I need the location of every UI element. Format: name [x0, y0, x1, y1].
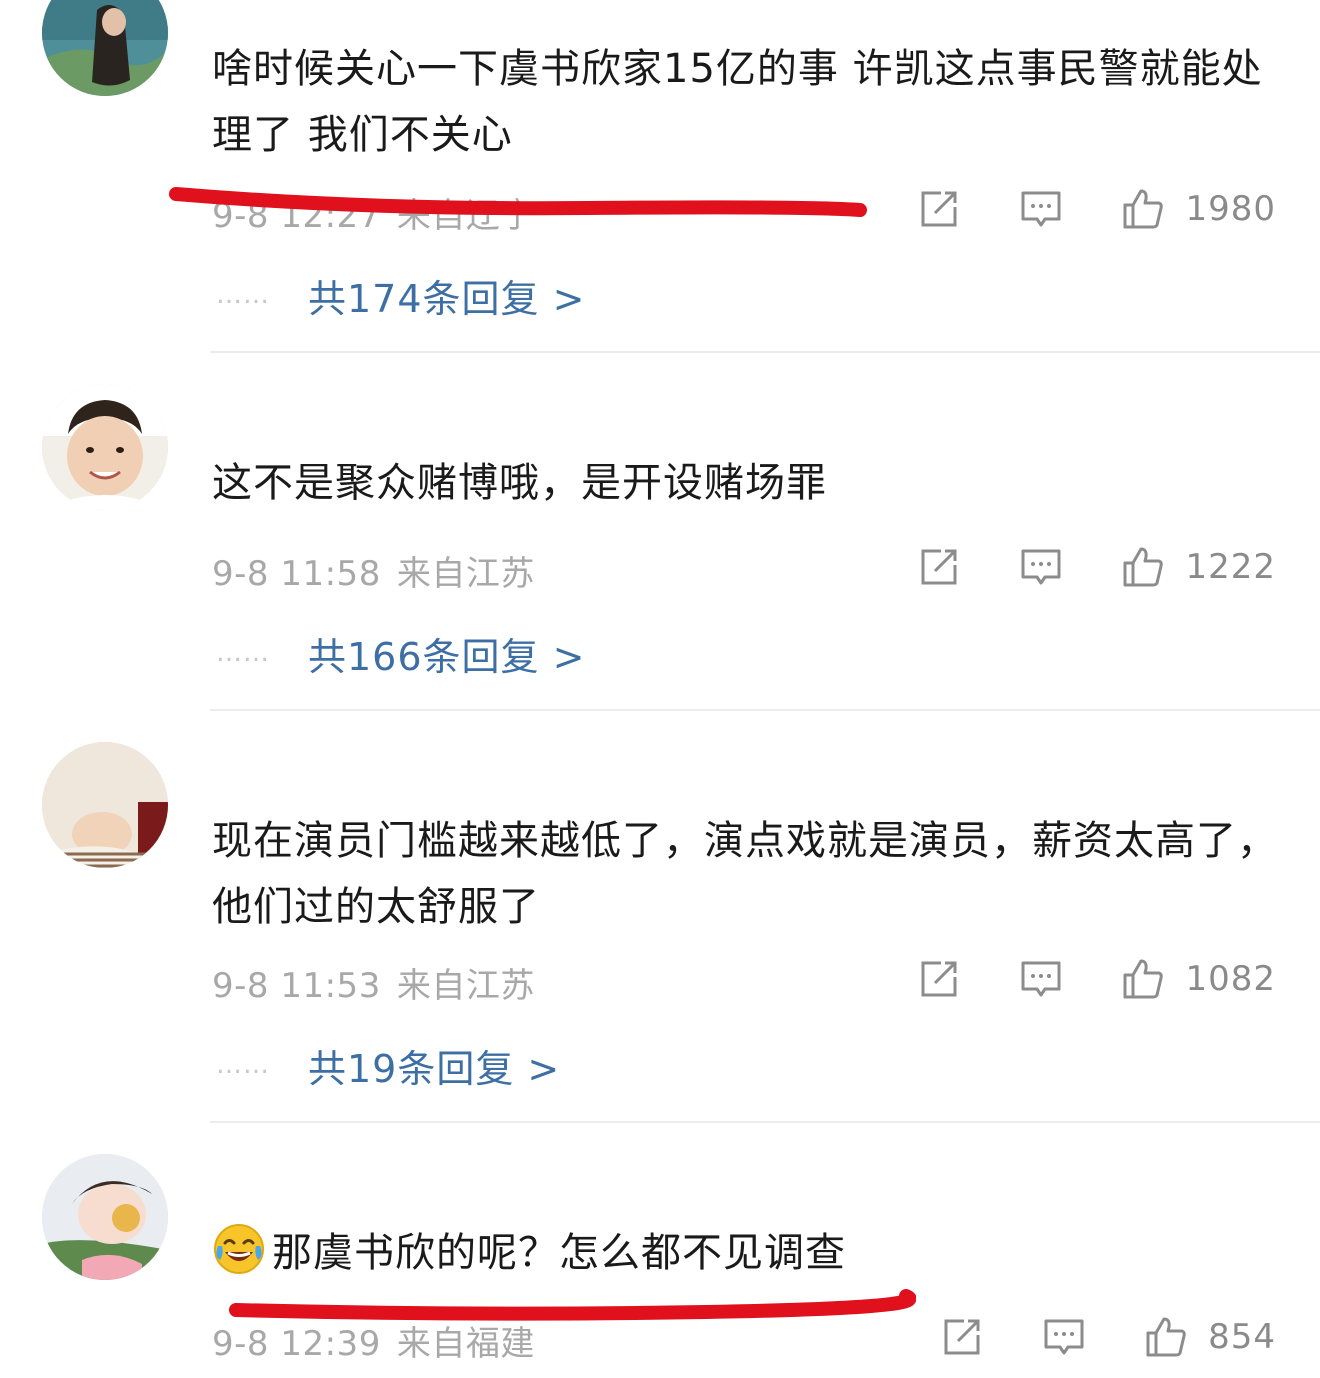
- reply-summary[interactable]: …… 共166条回复 >: [216, 626, 585, 681]
- like-icon[interactable]: [1121, 187, 1165, 231]
- reply-summary[interactable]: …… 共174条回复 >: [216, 268, 585, 323]
- comment-time: 9-8 11:58: [212, 554, 381, 594]
- avatar[interactable]: [42, 384, 168, 510]
- comment-text: 那虞书欣的呢？怎么都不见调查: [212, 1220, 1282, 1286]
- reply-dots: ……: [216, 1050, 270, 1080]
- divider: [210, 351, 1320, 353]
- share-icon[interactable]: [917, 545, 961, 589]
- comment-source: 来自江苏: [396, 554, 535, 594]
- avatar[interactable]: [42, 742, 168, 868]
- comment-icon[interactable]: [1019, 957, 1063, 1001]
- avatar-image: [42, 742, 168, 868]
- comment-text-body: 那虞书欣的呢？怎么都不见调查: [272, 1230, 846, 1276]
- comment-time: 9-8 11:53: [212, 966, 381, 1006]
- comment-icon[interactable]: [1019, 545, 1063, 589]
- divider: [210, 709, 1320, 711]
- divider: [210, 1121, 1320, 1123]
- view-replies-link[interactable]: 共174条回复 >: [308, 268, 585, 323]
- comment-meta: 9-8 12:39 来自福建: [212, 1316, 535, 1365]
- avatar-image: [42, 0, 168, 96]
- share-icon[interactable]: [917, 957, 961, 1001]
- comment-source: 来自福建: [396, 1324, 535, 1364]
- comment-icon[interactable]: [1019, 187, 1063, 231]
- avatar-image: [42, 384, 168, 510]
- comment-source: 来自辽宁: [396, 196, 535, 236]
- comment-actions: 854: [940, 1312, 1276, 1362]
- comment-meta: 9-8 11:53 来自江苏: [212, 958, 535, 1007]
- comment-time: 9-8 12:39: [212, 1324, 381, 1364]
- comment-actions: 1082: [917, 954, 1276, 1004]
- comment-text: 现在演员门槛越来越低了，演点戏就是演员，薪资太高了，他们过的太舒服了: [212, 818, 1278, 930]
- comment-text: 这不是聚众赌博哦，是开设赌场罪: [212, 460, 827, 506]
- reply-dots: ……: [216, 638, 270, 668]
- laughing-crying-emoji-icon: [214, 1224, 264, 1274]
- like-count: 1222: [1185, 547, 1276, 587]
- share-icon[interactable]: [940, 1315, 984, 1359]
- like-count: 854: [1208, 1317, 1276, 1357]
- like-count: 1980: [1185, 189, 1276, 229]
- reply-summary[interactable]: …… 共19条回复 >: [216, 1038, 560, 1093]
- comment-text: 啥时候关心一下虞书欣家15亿的事 许凯这点事民警就能处理了 我们不关心: [212, 46, 1263, 158]
- like-icon[interactable]: [1144, 1315, 1188, 1359]
- avatar[interactable]: [42, 0, 168, 96]
- comment-meta: 9-8 12:27 来自辽宁: [212, 188, 535, 237]
- view-replies-link[interactable]: 共166条回复 >: [308, 626, 585, 681]
- comment-time: 9-8 12:27: [212, 196, 381, 236]
- reply-dots: ……: [216, 280, 270, 310]
- like-icon[interactable]: [1121, 957, 1165, 1001]
- like-count: 1082: [1185, 959, 1276, 999]
- comment-actions: 1980: [917, 184, 1276, 234]
- view-replies-link[interactable]: 共19条回复 >: [308, 1038, 560, 1093]
- avatar-image: [42, 1154, 168, 1280]
- comment-icon[interactable]: [1042, 1315, 1086, 1359]
- comment-actions: 1222: [917, 542, 1276, 592]
- like-icon[interactable]: [1121, 545, 1165, 589]
- comment-source: 来自江苏: [396, 966, 535, 1006]
- avatar[interactable]: [42, 1154, 168, 1280]
- share-icon[interactable]: [917, 187, 961, 231]
- comment-meta: 9-8 11:58 来自江苏: [212, 546, 535, 595]
